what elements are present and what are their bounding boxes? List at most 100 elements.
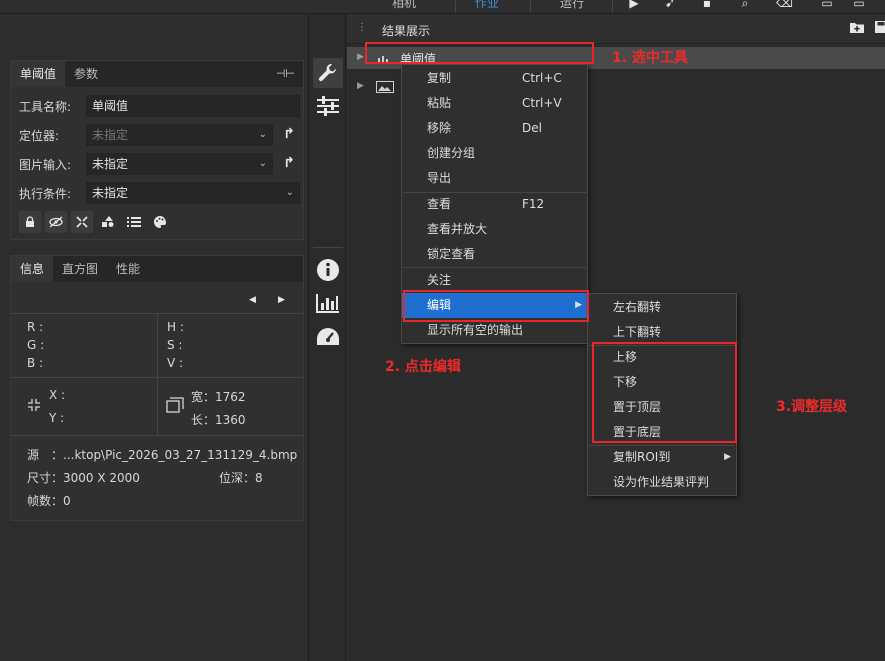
menu-item-lock-view[interactable]: 锁定查看 bbox=[402, 242, 587, 267]
menu-item-paste[interactable]: 粘贴 Ctrl+V bbox=[402, 91, 587, 116]
tab-performance[interactable]: 性能 bbox=[107, 256, 149, 282]
save-icon[interactable]: ▪ bbox=[700, 0, 714, 9]
exec-cond-row: 执行条件: 未指定 ⌄ bbox=[19, 182, 300, 204]
y-label: Y : bbox=[49, 411, 65, 425]
top-toolbar: 相机 作业 运行 ▶ ➹ ▪ ⌕ ⌫ ▭ ▭ bbox=[0, 0, 885, 14]
exec-cond-select[interactable]: 未指定 ⌄ bbox=[86, 182, 300, 204]
minimize-icon[interactable]: ▭ bbox=[820, 0, 834, 9]
tab-camera[interactable]: 相机 bbox=[392, 0, 416, 11]
crosshair-icon bbox=[27, 398, 41, 415]
height-text: 长：1360 bbox=[191, 413, 246, 427]
collapse-icon[interactable]: ⋮ bbox=[357, 22, 367, 33]
prev-arrow-icon[interactable]: ◀ bbox=[249, 295, 256, 305]
lock-icon[interactable] bbox=[19, 211, 41, 233]
divider bbox=[313, 247, 343, 248]
divider bbox=[157, 313, 158, 435]
jump-to-icon[interactable]: ↱ bbox=[281, 125, 297, 143]
wrench-icon[interactable] bbox=[313, 58, 343, 88]
tab-params[interactable]: 参数 bbox=[65, 61, 107, 87]
locator-row: 定位器: 未指定 ⌄ ↱ bbox=[19, 124, 297, 146]
tool-name-input[interactable]: 单阈值 bbox=[86, 95, 300, 117]
menu-item-remove[interactable]: 移除 Del bbox=[402, 116, 587, 141]
annotation-box-layer bbox=[592, 342, 737, 443]
submenu-item-set-job-result[interactable]: 设为作业结果评判 bbox=[588, 470, 736, 495]
s-label: S : bbox=[167, 338, 183, 352]
search-icon[interactable]: ⌕ bbox=[738, 0, 752, 9]
divider bbox=[11, 377, 303, 378]
width-text: 宽：1762 bbox=[191, 390, 246, 404]
frames-text: 帧数：0 bbox=[27, 494, 71, 508]
submenu-item-flip-horizontal[interactable]: 左右翻转 bbox=[588, 295, 736, 320]
annotation-box-edit bbox=[403, 290, 589, 322]
tool-settings-panel: 单阈值 参数 ⊣⊢ 工具名称: 单阈值 定位器: 未指定 ⌄ ↱ 图片输入: 未… bbox=[10, 60, 304, 240]
annotation-step3: 3.调整层级 bbox=[776, 399, 848, 415]
tab-single-threshold[interactable]: 单阈值 bbox=[11, 61, 66, 87]
locator-label: 定位器: bbox=[19, 129, 60, 143]
expand-icon[interactable]: ▶ bbox=[357, 81, 364, 91]
size-text: 尺寸：3000 X 2000 bbox=[27, 471, 140, 485]
tool-strip bbox=[308, 14, 346, 661]
image-input-select[interactable]: 未指定 ⌄ bbox=[86, 153, 273, 175]
window-icon[interactable]: ▭ bbox=[852, 0, 866, 9]
hide-icon[interactable] bbox=[45, 211, 67, 233]
tool-name-label: 工具名称: bbox=[19, 100, 72, 114]
annotation-box-select-tool bbox=[365, 42, 594, 64]
depth-text: 位深：8 bbox=[219, 471, 263, 485]
shapes-icon[interactable] bbox=[97, 211, 119, 233]
pin-icon[interactable]: ⊣⊢ bbox=[276, 67, 295, 80]
result-header: ⋮ 结果展示 bbox=[347, 14, 885, 44]
menu-item-view[interactable]: 查看 F12 bbox=[402, 192, 587, 217]
sliders-icon[interactable] bbox=[313, 91, 343, 121]
run-once-icon[interactable]: ➹ bbox=[663, 0, 677, 9]
submenu-arrow-icon: ▶ bbox=[724, 452, 731, 462]
left-panel: 单阈值 参数 ⊣⊢ 工具名称: 单阈值 定位器: 未指定 ⌄ ↱ 图片输入: 未… bbox=[0, 14, 308, 661]
annotation-step2: 2. 点击编辑 bbox=[385, 359, 461, 375]
g-label: G : bbox=[27, 338, 45, 352]
dimension-icon bbox=[166, 397, 184, 416]
tab-histogram[interactable]: 直方图 bbox=[53, 256, 107, 282]
tool-name-row: 工具名称: 单阈值 bbox=[19, 95, 300, 117]
menu-item-view-zoom[interactable]: 查看并放大 bbox=[402, 217, 587, 242]
locator-value: 未指定 bbox=[92, 128, 129, 142]
list-icon[interactable] bbox=[123, 211, 145, 233]
tab-job[interactable]: 作业 bbox=[475, 0, 499, 11]
tab-run[interactable]: 运行 bbox=[560, 0, 584, 11]
info-tabs: 信息 直方图 性能 bbox=[11, 256, 303, 282]
next-arrow-icon[interactable]: ▶ bbox=[278, 295, 285, 305]
play-icon[interactable]: ▶ bbox=[627, 0, 641, 9]
result-title: 结果展示 bbox=[382, 24, 431, 38]
tool-settings-tabs: 单阈值 参数 bbox=[11, 61, 303, 87]
gauge-icon[interactable] bbox=[313, 322, 343, 352]
exec-cond-label: 执行条件: bbox=[19, 187, 72, 201]
h-label: H : bbox=[167, 320, 184, 334]
submenu-item-copy-roi[interactable]: 复制ROI到 ▶ bbox=[588, 445, 736, 470]
locator-select[interactable]: 未指定 ⌄ bbox=[86, 124, 273, 146]
info-icon[interactable] bbox=[313, 255, 343, 285]
clear-icon[interactable]: ⌫ bbox=[776, 0, 793, 9]
source-text: 源 ：...ktop\Pic_2026_03_27_131129_4.bmp bbox=[27, 448, 298, 462]
save-icon[interactable] bbox=[875, 21, 885, 36]
menu-item-copy[interactable]: 复制 Ctrl+C bbox=[402, 66, 587, 91]
exec-cond-value: 未指定 bbox=[92, 186, 129, 200]
jump-to-icon[interactable]: ↱ bbox=[281, 154, 297, 172]
tab-info[interactable]: 信息 bbox=[11, 256, 54, 282]
divider bbox=[11, 435, 303, 436]
image-input-value: 未指定 bbox=[92, 157, 129, 171]
palette-icon[interactable] bbox=[149, 211, 171, 233]
fit-screen-icon[interactable] bbox=[71, 211, 93, 233]
menu-item-create-group[interactable]: 创建分组 bbox=[402, 141, 587, 166]
expand-icon[interactable]: ▶ bbox=[357, 52, 364, 62]
annotation-step1: 1. 选中工具 bbox=[612, 50, 688, 66]
r-label: R : bbox=[27, 320, 44, 334]
info-panel: 信息 直方图 性能 ◀ ▶ R : G : B : H : S : V : X … bbox=[10, 255, 304, 521]
menu-item-export[interactable]: 导出 bbox=[402, 166, 587, 191]
x-label: X : bbox=[49, 388, 66, 402]
image-icon bbox=[376, 81, 394, 96]
b-label: B : bbox=[27, 356, 44, 370]
chevron-down-icon: ⌄ bbox=[258, 129, 267, 140]
chevron-down-icon: ⌄ bbox=[258, 158, 267, 169]
histogram-icon[interactable] bbox=[313, 288, 343, 318]
new-folder-icon[interactable] bbox=[850, 21, 864, 36]
image-input-row: 图片输入: 未指定 ⌄ ↱ bbox=[19, 153, 297, 175]
image-input-label: 图片输入: bbox=[19, 158, 72, 172]
